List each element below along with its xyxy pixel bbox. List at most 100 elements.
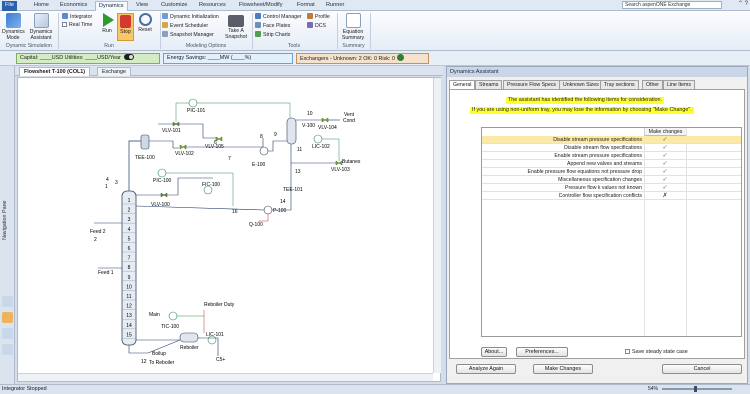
energy-icon[interactable] (2, 328, 13, 339)
cross-icon[interactable]: ✗ (644, 192, 686, 200)
tab-dynamics[interactable]: Dynamics (95, 1, 128, 11)
flowsheet-vertical-scrollbar[interactable] (433, 78, 441, 373)
controller-pic101[interactable] (188, 98, 198, 108)
tab-home[interactable]: Home (31, 1, 52, 11)
take-snapshot-button[interactable]: Take A Snapshot (223, 13, 249, 40)
table-row[interactable]: Append new valves and streams ✓ (482, 160, 741, 168)
tic100-label: TIC-100 (161, 324, 179, 330)
help-controls[interactable]: ⌃ ? (726, 0, 750, 10)
tab-resources[interactable]: Resources (196, 1, 229, 11)
tab-line-items[interactable]: Line Items (663, 80, 695, 89)
checkmark-icon[interactable]: ✓ (644, 144, 686, 152)
tab-flowsheet-modify[interactable]: Flowsheet/Modify (236, 1, 286, 11)
about-button[interactable]: About... (481, 347, 507, 357)
search-input[interactable]: Search aspenONE Exchange (622, 1, 722, 9)
checkmark-icon[interactable]: ✓ (644, 168, 686, 176)
tray-label: 13 (126, 313, 132, 319)
reset-button[interactable]: Reset (136, 13, 154, 33)
controller-tic100[interactable] (168, 311, 178, 321)
checkmark-icon[interactable]: ✓ (644, 184, 686, 192)
bottoms-line (128, 345, 148, 354)
group-label-tools: Tools (287, 43, 301, 49)
table-row[interactable]: Miscellaneous specification changes ✓ (482, 176, 741, 184)
cost-summary[interactable]: Capital: ____USD Utilities: ____USD/Year (16, 53, 160, 64)
tab-file[interactable]: File (2, 1, 18, 11)
table-row[interactable]: Disable stream pressure specifications ✓ (482, 136, 741, 144)
condenser[interactable] (140, 134, 150, 150)
tab-runner[interactable]: Runner (323, 1, 347, 11)
table-row[interactable]: Enable stream pressure specifications ✓ (482, 152, 741, 160)
tab-view[interactable]: View (133, 1, 151, 11)
dynamics-mode-button[interactable]: Dynamics Mode (2, 13, 25, 41)
face-plates-button[interactable]: Face Plates (255, 22, 290, 30)
analyze-again-button[interactable]: Analyze Again (456, 364, 516, 374)
valve-vlv105[interactable] (215, 136, 223, 142)
exchangers-summary[interactable]: Exchangers - Unknown: 2 OK: 0 Risk: 0 (296, 53, 429, 64)
tab-streams[interactable]: Streams (475, 80, 503, 89)
separator-v100[interactable] (286, 117, 297, 145)
flowsheet-icon[interactable] (2, 312, 13, 323)
tab-pressure-flow-specs[interactable]: Pressure Flow Specs (503, 80, 561, 89)
save-steady-state-checkbox[interactable]: Save steady state case (625, 348, 688, 356)
dcs-icon (307, 22, 313, 28)
feed2-label: Feed 2 (90, 229, 106, 235)
dynamic-initialization-button[interactable]: Dynamic Initialization (162, 13, 219, 21)
valve-vlv102[interactable] (179, 144, 187, 150)
flask-icon[interactable] (2, 296, 13, 307)
make-changes-button[interactable]: Make Changes (533, 364, 593, 374)
process-flow-diagram[interactable]: 123456789101112131415 TEE-100 VLV-101 PI… (18, 78, 442, 383)
drop-icon[interactable] (2, 344, 13, 355)
tab-tray-sections[interactable]: Tray sections (600, 80, 639, 89)
controller-pic100[interactable] (157, 168, 167, 178)
pump-p100[interactable] (263, 205, 273, 215)
recommendations-grid[interactable]: Make changes Disable stream pressure spe… (481, 127, 742, 337)
reboiler[interactable] (179, 332, 199, 343)
equation-summary-button[interactable]: Equation Summary (340, 13, 366, 41)
controller-lic102[interactable] (313, 134, 323, 144)
checkmark-icon[interactable]: ✓ (644, 176, 686, 184)
tab-customize[interactable]: Customize (158, 1, 190, 11)
vlv101-label: VLV-101 (162, 128, 181, 134)
exchanger-e100[interactable] (259, 146, 269, 156)
zoom-slider[interactable] (662, 385, 733, 392)
dcs-button[interactable]: DCS (307, 22, 326, 30)
tab-unknown-sizes[interactable]: Unknown Sizes (559, 80, 603, 89)
valve-vlv104[interactable] (321, 117, 329, 123)
table-row[interactable]: Controller flow specification conflicts ✗ (482, 192, 741, 200)
stream-16-label: 16 (232, 209, 238, 215)
zoom-slider-thumb[interactable] (694, 385, 698, 392)
profile-button[interactable]: Profile (307, 13, 330, 21)
table-row[interactable]: Enable pressure flow equations not press… (482, 168, 741, 176)
table-row[interactable]: Disable stream flow specifications ✓ (482, 144, 741, 152)
snapshot-icon (162, 31, 168, 37)
cancel-button[interactable]: Cancel (662, 364, 742, 374)
zoom-level: 54% (648, 386, 659, 392)
real-time-checkbox[interactable]: Real Time (62, 22, 92, 29)
stop-button[interactable]: Stop (117, 13, 134, 41)
table-row[interactable]: Pressure flow k values not known ✓ (482, 184, 741, 192)
tab-other[interactable]: Other (642, 80, 663, 89)
snapshot-manager-button[interactable]: Snapshot Manager (162, 31, 214, 39)
integrator-button[interactable]: Integrator (62, 13, 92, 21)
flowsheet-canvas[interactable]: 1 2 3 4 5 6 7 8 9 10 11 12 13 14 15 TEE-100 VLV-101 PI… (17, 77, 441, 382)
toggle-icon[interactable] (123, 54, 134, 60)
dynamics-assistant-button[interactable]: Dynamics Assistant (26, 13, 56, 41)
control-manager-button[interactable]: Control Manager (255, 13, 302, 21)
checkmark-icon[interactable]: ✓ (644, 160, 686, 168)
event-scheduler-button[interactable]: Event Scheduler (162, 22, 208, 30)
zoom-control[interactable]: 54% (648, 385, 748, 393)
flowsheet-horizontal-scrollbar[interactable] (18, 373, 433, 381)
tab-flowsheet-t100[interactable]: Flowsheet T-100 (COL1) (19, 67, 91, 76)
run-button[interactable]: Run (99, 13, 115, 34)
checkmark-icon[interactable]: ✓ (644, 136, 686, 144)
tab-economics[interactable]: Economics (57, 1, 90, 11)
preferences-button[interactable]: Preferences... (516, 347, 568, 357)
checkmark-icon[interactable]: ✓ (644, 152, 686, 160)
exchanger-status-icon[interactable] (396, 54, 404, 61)
tab-exchange[interactable]: Exchange (97, 67, 131, 76)
energy-savings-summary[interactable]: Energy Savings: ____MW (____%) (163, 53, 293, 64)
stream-13-label: 13 (295, 169, 301, 175)
signal-line (197, 102, 291, 118)
strip-charts-button[interactable]: Strip Charts (255, 31, 290, 39)
tab-format[interactable]: Format (294, 1, 318, 11)
